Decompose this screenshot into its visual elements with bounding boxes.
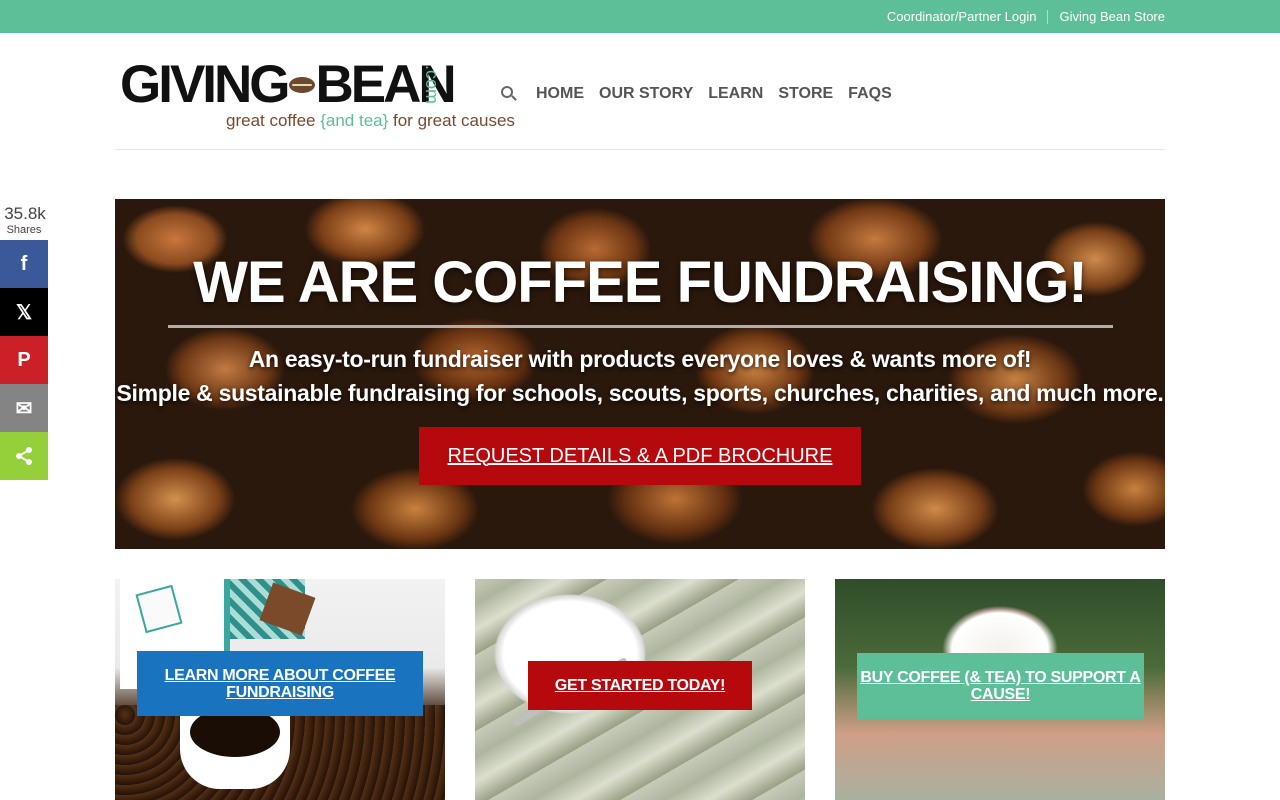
hero-title: WE ARE COFFEE FUNDRAISING!: [193, 250, 1087, 315]
store-link[interactable]: Giving Bean Store: [1059, 9, 1165, 24]
topbar-links: Coordinator/Partner Login Giving Bean St…: [887, 0, 1165, 33]
hero-divider: [168, 325, 1113, 328]
topbar-divider: [1047, 9, 1049, 24]
logo-tagline: great coffee {and tea} for great causes: [226, 111, 515, 131]
email-icon: ✉: [15, 397, 33, 420]
tagline-part-2: for great causes: [388, 111, 515, 130]
hero-subtitle-1: An easy-to-run fundraiser with products …: [248, 346, 1032, 372]
share-sidebar: 35.8k Shares f 𝕏 P ✉: [0, 204, 48, 480]
buy-coffee-button[interactable]: BUY COFFEE (& TEA) TO SUPPORT A CAUSE!: [857, 653, 1144, 719]
search-icon[interactable]: [500, 85, 518, 103]
tagline-part-1: great coffee: [226, 111, 321, 130]
hero-subtitle-2: Simple & sustainable fundraising for sch…: [116, 380, 1164, 406]
learn-more-button[interactable]: LEARN MORE ABOUT COFFEE FUNDRAISING: [137, 651, 423, 716]
main-nav: HOME OUR STORY LEARN STORE FAQS: [500, 85, 907, 103]
logo-word-giving: GIVING: [120, 55, 291, 114]
get-started-button[interactable]: GET STARTED TODAY!: [528, 661, 752, 710]
share-more-button[interactable]: [0, 432, 48, 480]
x-icon: 𝕏: [15, 301, 33, 324]
top-utility-bar: Coordinator/Partner Login Giving Bean St…: [0, 0, 1280, 33]
search-icon-handle: [511, 95, 517, 101]
pinterest-share-button[interactable]: P: [0, 336, 48, 384]
nav-item-home[interactable]: HOME: [536, 85, 584, 103]
nav-item-our-story[interactable]: OUR STORY: [599, 85, 693, 103]
logo-wordmark: GIVING BEAN: [120, 58, 457, 111]
coordinator-login-link[interactable]: Coordinator/Partner Login: [887, 9, 1037, 24]
email-share-button[interactable]: ✉: [0, 384, 48, 432]
tagline-accent: {and tea}: [320, 111, 389, 130]
logo-com: .com: [422, 65, 442, 105]
share-label: Shares: [6, 224, 42, 236]
facebook-icon: f: [20, 252, 28, 275]
nav-item-faqs[interactable]: FAQS: [848, 85, 892, 103]
share-icon: [16, 447, 32, 465]
card-learn-more[interactable]: LEARN MORE ABOUT COFFEE FUNDRAISING: [115, 579, 445, 800]
request-brochure-button[interactable]: REQUEST DETAILS & A PDF BROCHURE: [419, 427, 861, 485]
card-buy-coffee[interactable]: BUY COFFEE (& TEA) TO SUPPORT A CAUSE!: [835, 579, 1165, 800]
x-share-button[interactable]: 𝕏: [0, 288, 48, 336]
site-header: GIVING BEAN .com great coffee {and tea} f…: [115, 33, 1165, 150]
facebook-share-button[interactable]: f: [0, 240, 48, 288]
hero-banner: WE ARE COFFEE FUNDRAISING! An easy-to-ru…: [115, 199, 1165, 549]
nav-item-store[interactable]: STORE: [778, 85, 833, 103]
share-count: 35.8k: [4, 204, 46, 223]
card-get-started[interactable]: GET STARTED TODAY!: [475, 579, 805, 800]
giving-bean-logo[interactable]: GIVING BEAN .com great coffee {and tea} f…: [120, 58, 515, 134]
bean-icon: [288, 77, 315, 93]
nav-item-learn[interactable]: LEARN: [708, 85, 763, 103]
pinterest-icon: P: [17, 348, 31, 371]
